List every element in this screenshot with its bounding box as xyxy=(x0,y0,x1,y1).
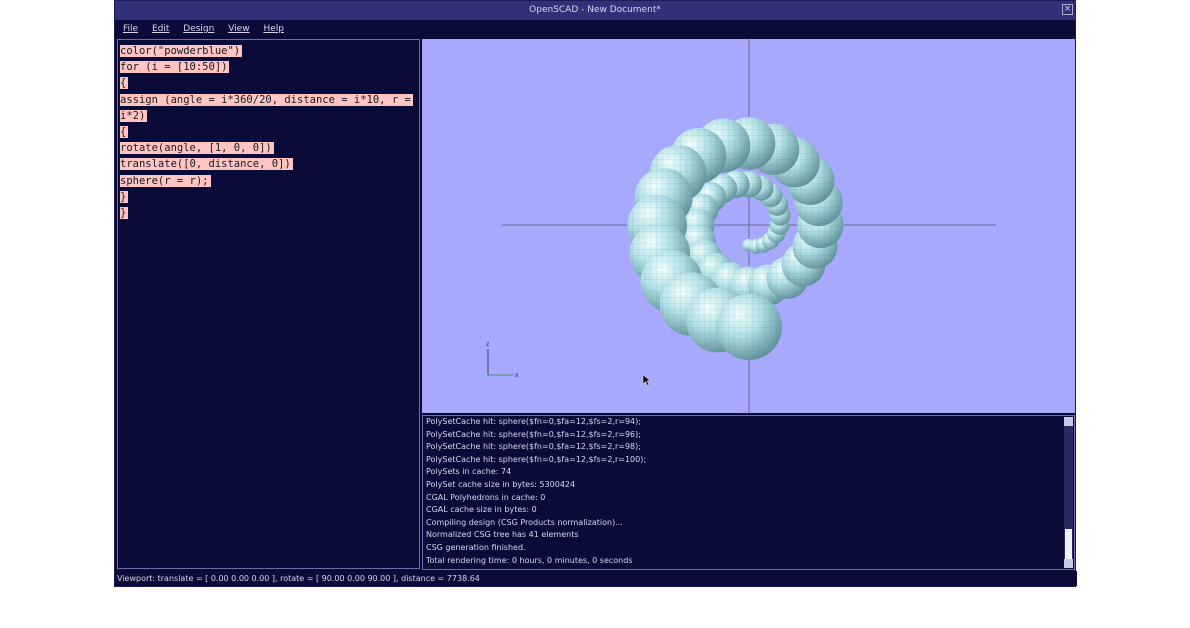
console-line: PolySets in cache: 74 xyxy=(426,467,512,477)
scroll-thumb[interactable] xyxy=(1065,529,1072,559)
openscad-window: OpenSCAD - New Document* × File Edit Des… xyxy=(114,0,1077,587)
axis-x-label: x xyxy=(515,372,519,379)
menu-file[interactable]: File xyxy=(123,24,138,34)
code-line: rotate(angle, [1, 0, 0]) xyxy=(120,142,274,155)
code-line: for (i = [10:50]) xyxy=(120,61,230,74)
console-line: CGAL cache size in bytes: 0 xyxy=(426,505,537,515)
console-line: CSG generation finished. xyxy=(426,542,526,552)
sphere-spiral xyxy=(627,117,844,360)
menu-edit[interactable]: Edit xyxy=(152,24,169,34)
code-line: assign (angle = i*360/20, distance = i*1… xyxy=(120,93,413,106)
status-bar: Viewport: translate = [ 0.00 0.00 0.00 ]… xyxy=(115,571,1077,586)
window-title: OpenSCAD - New Document* xyxy=(529,5,661,15)
code-line: { xyxy=(120,126,129,139)
axis-z-label: z xyxy=(486,341,489,348)
console-line: PolySetCache hit: sphere($fn=0,$fa=12,$f… xyxy=(426,417,641,426)
axis-indicator: z x xyxy=(486,341,519,379)
sphere-facets xyxy=(716,294,782,360)
code-line: i*2) xyxy=(120,109,148,122)
code-line: translate([0, distance, 0]) xyxy=(120,158,293,171)
code-editor[interactable]: color("powderblue") for (i = [10:50]) { … xyxy=(117,39,420,569)
menu-design[interactable]: Design xyxy=(183,24,214,34)
mouse-cursor-icon xyxy=(642,374,651,386)
scroll-down-icon[interactable] xyxy=(1064,559,1073,568)
code-line: color("powderblue") xyxy=(120,45,243,57)
console-line: PolySetCache hit: sphere($fn=0,$fa=12,$f… xyxy=(426,442,641,452)
code-line: } xyxy=(120,207,129,220)
close-icon[interactable]: × xyxy=(1062,4,1073,15)
console-line: PolySetCache hit: sphere($fn=0,$fa=12,$f… xyxy=(426,429,641,439)
console-line: Compiling design (CSG Products normaliza… xyxy=(426,517,623,527)
console-panel: PolySetCache hit: sphere($fn=0,$fa=12,$f… xyxy=(422,415,1075,570)
render-canvas: z x xyxy=(486,39,996,413)
menu-help[interactable]: Help xyxy=(263,24,284,34)
console-scrollbar[interactable] xyxy=(1064,417,1073,568)
code-text: color("powderblue") for (i = [10:50]) { … xyxy=(120,43,413,221)
code-line: { xyxy=(120,77,129,90)
menu-view[interactable]: View xyxy=(228,24,249,34)
console-line: CGAL Polyhedrons in cache: 0 xyxy=(426,492,546,502)
code-line: } xyxy=(120,190,129,203)
console-log: PolySetCache hit: sphere($fn=0,$fa=12,$f… xyxy=(426,416,646,567)
console-line: PolySetCache hit: sphere($fn=0,$fa=12,$f… xyxy=(426,454,647,464)
menu-bar: File Edit Design View Help xyxy=(115,20,1075,38)
title-bar[interactable]: OpenSCAD - New Document* × xyxy=(115,1,1075,20)
code-line: sphere(r = r); xyxy=(120,174,211,187)
console-line: Total rendering time: 0 hours, 0 minutes… xyxy=(426,555,633,565)
3d-viewport[interactable]: z x xyxy=(422,39,1075,413)
console-line: Normalized CSG tree has 41 elements xyxy=(426,530,579,540)
scroll-up-icon[interactable] xyxy=(1064,417,1073,426)
console-line: PolySet cache size in bytes: 5300424 xyxy=(426,479,576,489)
